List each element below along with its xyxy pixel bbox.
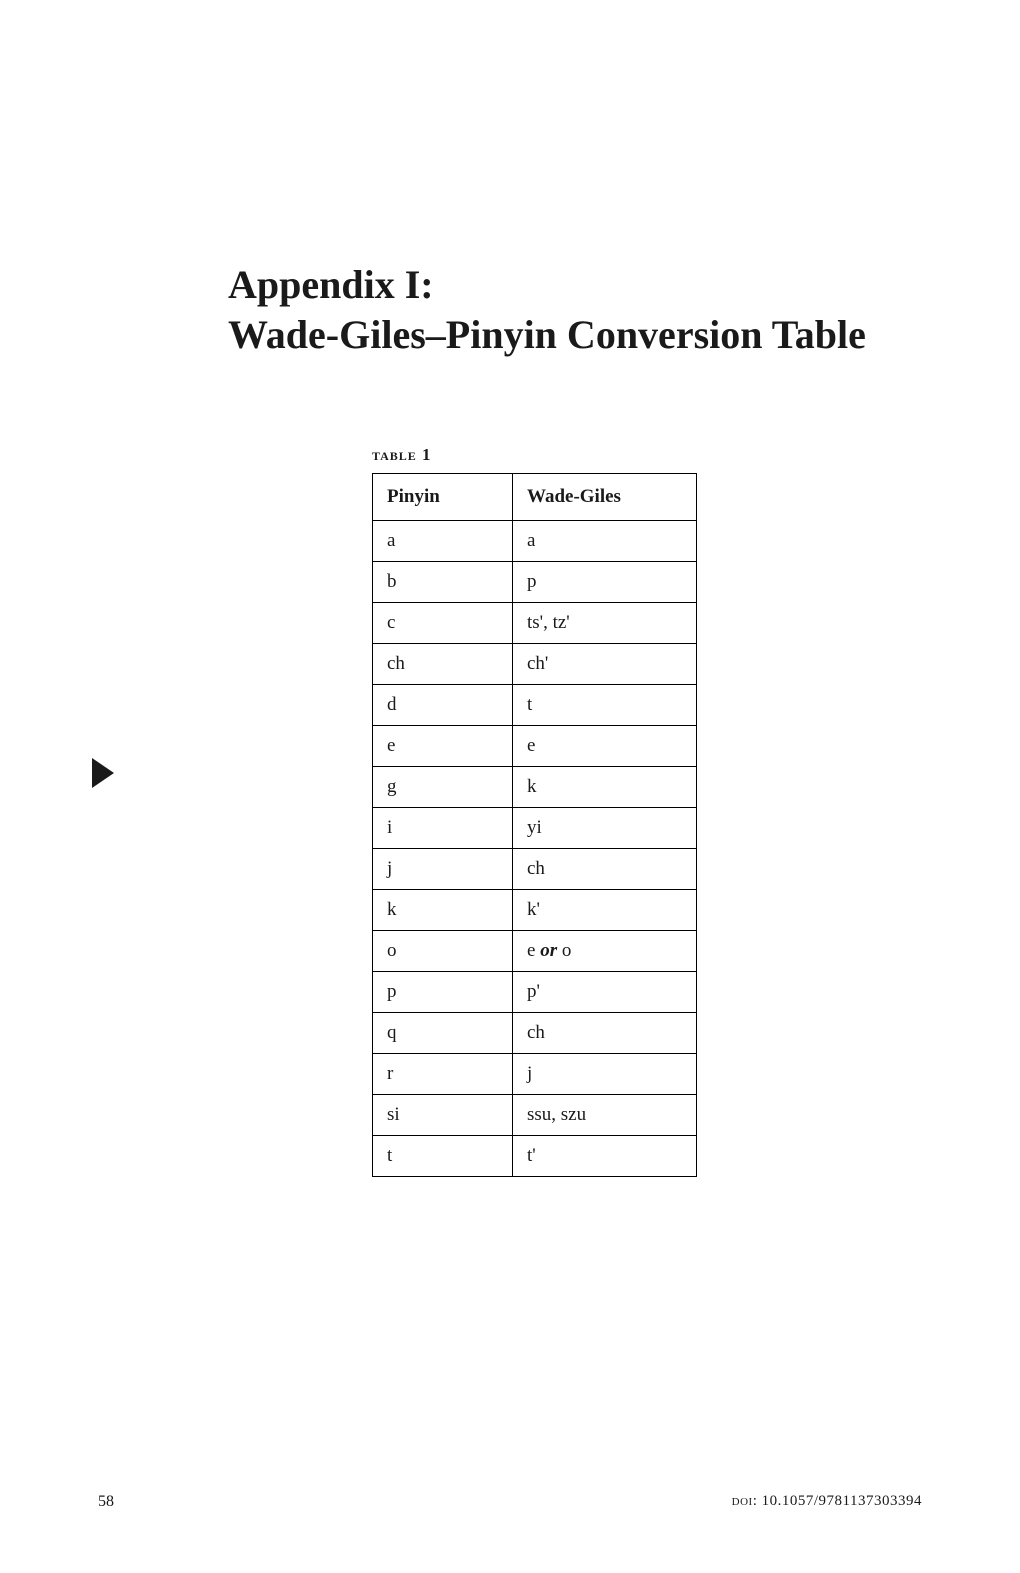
- table-row: bp: [373, 562, 697, 603]
- cell-pinyin: j: [373, 849, 513, 890]
- doi-text: doi: 10.1057/9781137303394: [732, 1493, 922, 1511]
- cell-wade-giles: p: [513, 562, 697, 603]
- cell-pinyin: d: [373, 685, 513, 726]
- cell-pinyin: ch: [373, 644, 513, 685]
- cell-pinyin: i: [373, 808, 513, 849]
- table-body: aabpcts', tz'chch'dteegkiyijchkk'oe or o…: [373, 521, 697, 1177]
- table-row: iyi: [373, 808, 697, 849]
- page-number: 58: [98, 1493, 114, 1511]
- table-caption: table 1: [372, 445, 920, 465]
- cell-wade-giles: ts', tz': [513, 603, 697, 644]
- table-header-row: Pinyin Wade-Giles: [373, 474, 697, 521]
- table-row: rj: [373, 1054, 697, 1095]
- cell-pinyin: o: [373, 931, 513, 972]
- table-row: jch: [373, 849, 697, 890]
- table-row: tt': [373, 1136, 697, 1177]
- cell-pinyin: a: [373, 521, 513, 562]
- table-row: sissu, szu: [373, 1095, 697, 1136]
- cell-pinyin: si: [373, 1095, 513, 1136]
- cell-wade-giles: yi: [513, 808, 697, 849]
- cell-wade-giles: k: [513, 767, 697, 808]
- table-row: dt: [373, 685, 697, 726]
- cell-wade-giles: ssu, szu: [513, 1095, 697, 1136]
- cell-wade-giles: t': [513, 1136, 697, 1177]
- table-row: cts', tz': [373, 603, 697, 644]
- page-footer: 58 doi: 10.1057/9781137303394: [0, 1493, 1020, 1511]
- side-arrow-icon: [88, 756, 116, 795]
- table-row: ee: [373, 726, 697, 767]
- cell-pinyin: r: [373, 1054, 513, 1095]
- cell-wade-giles: ch': [513, 644, 697, 685]
- table-wrapper: table 1 Pinyin Wade-Giles aabpcts', tz'c…: [372, 445, 920, 1177]
- cell-wade-giles: t: [513, 685, 697, 726]
- table-row: gk: [373, 767, 697, 808]
- cell-pinyin: k: [373, 890, 513, 931]
- cell-wade-giles: j: [513, 1054, 697, 1095]
- cell-wade-giles: ch: [513, 849, 697, 890]
- table-row: aa: [373, 521, 697, 562]
- cell-pinyin: q: [373, 1013, 513, 1054]
- cell-wade-giles: e or o: [513, 931, 697, 972]
- header-wade-giles: Wade-Giles: [513, 474, 697, 521]
- cell-pinyin: b: [373, 562, 513, 603]
- cell-wade-giles: p': [513, 972, 697, 1013]
- conversion-table: Pinyin Wade-Giles aabpcts', tz'chch'dtee…: [372, 473, 697, 1177]
- cell-pinyin: c: [373, 603, 513, 644]
- cell-pinyin: g: [373, 767, 513, 808]
- cell-wade-giles: ch: [513, 1013, 697, 1054]
- page-title: Appendix I:Wade-Giles–Pinyin Conversion …: [228, 260, 920, 360]
- cell-pinyin: t: [373, 1136, 513, 1177]
- table-row: kk': [373, 890, 697, 931]
- header-pinyin: Pinyin: [373, 474, 513, 521]
- table-row: chch': [373, 644, 697, 685]
- cell-wade-giles: k': [513, 890, 697, 931]
- table-row: pp': [373, 972, 697, 1013]
- cell-wade-giles: e: [513, 726, 697, 767]
- cell-wade-giles: a: [513, 521, 697, 562]
- table-row: qch: [373, 1013, 697, 1054]
- table-row: oe or o: [373, 931, 697, 972]
- cell-pinyin: e: [373, 726, 513, 767]
- cell-pinyin: p: [373, 972, 513, 1013]
